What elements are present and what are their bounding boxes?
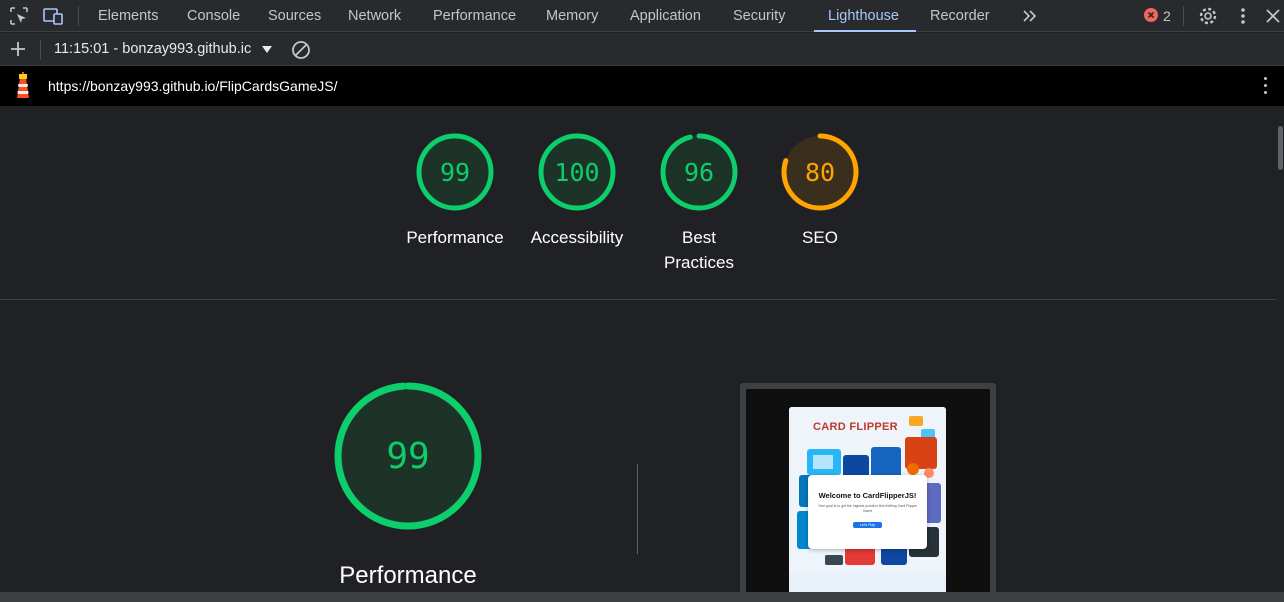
gauge-performance[interactable]: 99 Performance (400, 131, 510, 250)
modal-text: Your goal is to get the highest points i… (818, 504, 917, 513)
clear-reports-icon[interactable] (290, 39, 312, 61)
gauge-label: Accessibility (530, 228, 624, 247)
report-selector[interactable]: 11:15:01 - bonzay993.github.ic (54, 33, 251, 66)
error-icon[interactable] (1144, 8, 1158, 22)
chevron-down-icon[interactable] (262, 46, 272, 53)
performance-main-gauge: 99 (334, 382, 482, 530)
tab-elements[interactable]: Elements (98, 0, 158, 32)
tab-recorder[interactable]: Recorder (930, 0, 990, 32)
tab-lighthouse[interactable]: Lighthouse (828, 0, 899, 32)
tab-console[interactable]: Console (187, 0, 240, 32)
active-tab-indicator (814, 30, 916, 32)
gauge-label: Performance (406, 228, 504, 247)
toolbar-divider (78, 6, 79, 26)
main-score: 99 (386, 436, 429, 477)
report-menu-icon[interactable] (1264, 77, 1268, 95)
gauge-score: 99 (440, 158, 470, 187)
vertical-scrollbar[interactable] (1276, 106, 1284, 592)
tab-memory[interactable]: Memory (546, 0, 598, 32)
tab-security[interactable]: Security (733, 0, 785, 32)
toolbar-divider (1183, 6, 1184, 26)
main-category-title: Performance (339, 562, 477, 589)
final-screenshot: CARD FLIPPER Welcome to CardFlipperJS! Y… (789, 407, 946, 602)
report-url[interactable]: https://bonzay993.github.io/FlipCardsGam… (48, 66, 338, 106)
device-toolbar-icon[interactable] (42, 5, 64, 27)
welcome-modal: Welcome to CardFlipperJS! Your goal is t… (808, 475, 927, 549)
new-report-plus-icon[interactable] (7, 38, 29, 60)
report-url-bar: https://bonzay993.github.io/FlipCardsGam… (0, 66, 1284, 106)
gauge-score: 80 (805, 158, 835, 187)
modal-title: Welcome to CardFlipperJS! (818, 491, 917, 500)
gauge-score: 100 (554, 158, 599, 187)
toolbar-divider (40, 40, 41, 60)
horizontal-scrollbar[interactable] (0, 592, 1284, 602)
gauge-best-practices[interactable]: 96 Best Practices (644, 131, 754, 275)
more-options-icon[interactable] (1232, 5, 1254, 27)
tab-network[interactable]: Network (348, 0, 401, 32)
vertical-divider (637, 464, 638, 554)
error-count[interactable]: 2 (1163, 0, 1171, 32)
gauge-label: SEO (802, 228, 838, 247)
close-icon[interactable] (1262, 5, 1284, 27)
card-flipper-title: CARD FLIPPER (813, 421, 898, 433)
lighthouse-logo-icon (11, 72, 35, 100)
settings-gear-icon[interactable] (1197, 5, 1219, 27)
tab-sources[interactable]: Sources (268, 0, 321, 32)
gauge-score: 96 (684, 158, 714, 187)
tab-performance[interactable]: Performance (433, 0, 516, 32)
section-divider (0, 299, 1276, 300)
gauge-label: Best Practices (664, 228, 734, 272)
devtools-tab-bar: Elements Console Sources Network Perform… (0, 0, 1284, 32)
lighthouse-toolbar: 11:15:01 - bonzay993.github.ic (0, 33, 1284, 66)
scrollbar-thumb[interactable] (1278, 126, 1283, 170)
more-tabs-chevron-icon[interactable] (1019, 5, 1041, 27)
lets-play-button: Let's Play (852, 522, 883, 528)
inspect-element-icon[interactable] (8, 5, 30, 27)
gauge-accessibility[interactable]: 100 Accessibility (522, 131, 632, 250)
gauge-seo[interactable]: 80 SEO (765, 131, 875, 250)
tab-application[interactable]: Application (630, 0, 701, 32)
